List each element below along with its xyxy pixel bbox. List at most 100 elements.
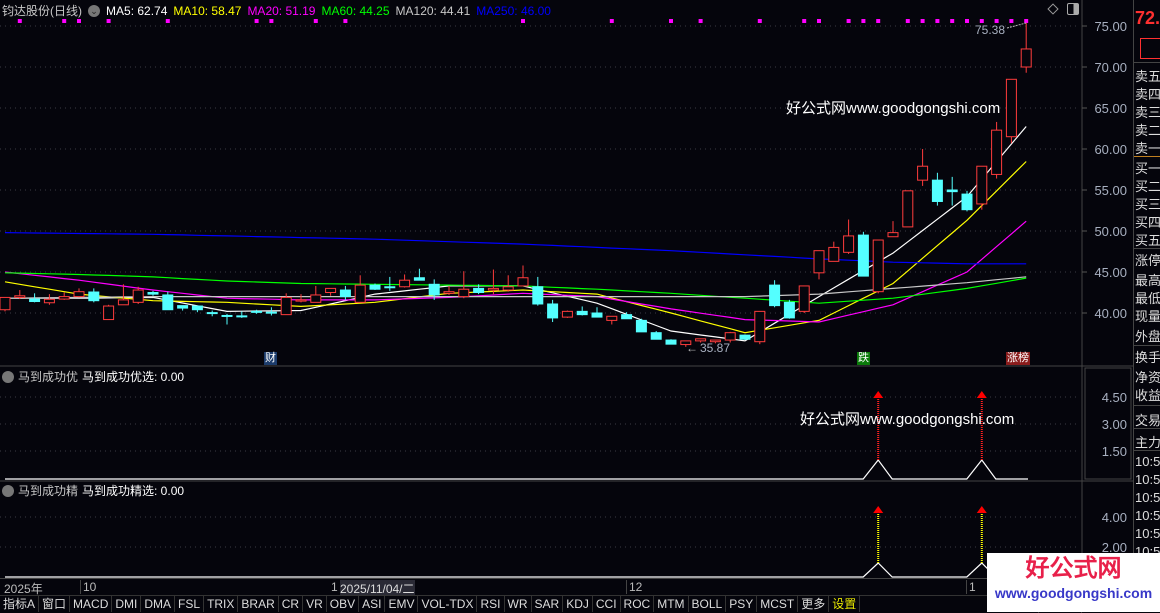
candle	[547, 299, 559, 323]
candle-body	[635, 319, 647, 333]
candle-body	[606, 315, 618, 321]
quote-row-label: 买四	[1135, 215, 1160, 230]
toolbar-item-16[interactable]: SAR	[532, 596, 564, 612]
candle-body	[147, 292, 159, 295]
quote-row-label: 卖五	[1135, 69, 1160, 84]
y-tick-label: 55.00	[1094, 183, 1127, 198]
toolbar-item-1[interactable]: 窗口	[39, 596, 71, 612]
toolbar-item-24[interactable]: 更多	[798, 596, 830, 612]
candle-body	[162, 294, 174, 311]
toolbar-item-11[interactable]: ASI	[359, 596, 386, 612]
ma5-label: MA5: 62.74	[106, 3, 168, 18]
indicator-line	[5, 459, 1028, 480]
candle	[813, 250, 825, 280]
candle	[0, 296, 11, 312]
signal-dot	[165, 19, 170, 23]
time-label: 1	[331, 580, 338, 594]
signal-dot	[876, 19, 881, 23]
toolbar-item-15[interactable]: WR	[505, 596, 532, 612]
candle-body	[798, 285, 810, 312]
trade-button[interactable]	[1140, 38, 1160, 59]
quote-row-label: 外盘	[1135, 329, 1160, 344]
toolbar-item-12[interactable]: EMV	[385, 596, 419, 612]
panel-toggle-icon[interactable]	[1067, 3, 1079, 15]
toolbar-item-7[interactable]: BRAR	[238, 596, 279, 612]
finance-badge[interactable]: 财	[264, 352, 277, 365]
signal-dot	[698, 19, 703, 23]
toolbar-item-13[interactable]: VOL-TDX	[418, 596, 478, 612]
collapse-chevron-icon[interactable]	[2, 484, 14, 497]
toolbar-item-18[interactable]: CCI	[593, 596, 621, 612]
candle-body	[872, 239, 884, 293]
ma250-label: MA250: 46.00	[476, 3, 551, 18]
candle	[502, 275, 514, 292]
candle-body	[0, 296, 11, 311]
candle	[739, 334, 751, 341]
toolbar-item-0[interactable]: 指标A	[0, 596, 40, 612]
toolbar-item-22[interactable]: PSY	[726, 596, 758, 612]
candle-body	[265, 311, 277, 314]
toolbar-item-6[interactable]: TRIX	[204, 596, 239, 612]
collapse-chevron-icon[interactable]: ⌄	[88, 4, 101, 17]
candle-body	[857, 234, 869, 277]
y-tick-label: 50.00	[1094, 224, 1127, 239]
toolbar-item-23[interactable]: MCST	[757, 596, 799, 612]
candle	[754, 310, 766, 345]
toolbar-item-8[interactable]: CR	[279, 596, 304, 612]
toolbar-item-5[interactable]: FSL	[175, 596, 205, 612]
toolbar-item-2[interactable]: MACD	[70, 596, 113, 612]
watermark-logo: 好公式网 www.goodgongshi.com	[987, 553, 1160, 612]
candle-body	[828, 246, 840, 262]
signal-dot	[669, 19, 673, 23]
candle	[132, 286, 144, 304]
candle	[443, 285, 455, 295]
limit-up-badge[interactable]: 涨榜	[1006, 352, 1030, 365]
candle-body	[976, 165, 988, 205]
candle	[561, 310, 573, 318]
candle	[591, 307, 603, 318]
drop-badge[interactable]: 跌	[857, 352, 870, 365]
candle-body	[206, 312, 218, 315]
quote-row-label: 10:5	[1135, 526, 1160, 541]
candle	[946, 176, 958, 206]
candle-body	[887, 232, 899, 238]
toolbar-item-25[interactable]: 设置	[829, 596, 861, 612]
candle	[532, 276, 544, 306]
quote-row-label: 现量	[1135, 309, 1160, 324]
candle	[236, 311, 248, 318]
signal-dot	[965, 19, 969, 23]
candle-body	[813, 250, 825, 274]
candle	[339, 285, 351, 300]
candle-body	[103, 305, 115, 321]
quote-row-label: 10:5	[1135, 454, 1160, 469]
candle-body	[354, 284, 366, 303]
signal-dot	[905, 19, 910, 23]
logo-line1: 好公式网	[1025, 555, 1122, 582]
quote-row-label: 收益	[1135, 388, 1160, 403]
toolbar-item-21[interactable]: BOLL	[689, 596, 727, 612]
toolbar-item-17[interactable]: KDJ	[563, 596, 593, 612]
collapse-chevron-icon[interactable]	[2, 370, 14, 383]
toolbar-item-9[interactable]: VR	[303, 596, 327, 612]
candle-body	[43, 298, 55, 304]
toolbar-item-19[interactable]: ROC	[621, 596, 655, 612]
toolbar-item-14[interactable]: RSI	[477, 596, 505, 612]
candle-body	[369, 284, 381, 290]
toolbar-item-10[interactable]: OBV	[327, 596, 360, 612]
quote-panel: 72. 卖五 卖四 卖三 卖二 卖一 买一 买二 买三 买四 买五 涨停 最高 最低 现量 外盘 换手 净资 收益…	[1133, 0, 1160, 612]
signal-dot	[609, 19, 614, 23]
candle-body	[191, 305, 203, 311]
high-arrow-icon	[1006, 22, 1027, 29]
candle	[88, 288, 100, 303]
candle-body	[280, 296, 292, 316]
quote-row-label: 净资	[1135, 370, 1160, 385]
toolbar-item-20[interactable]: MTM	[654, 596, 689, 612]
toolbar-item-3[interactable]: DMI	[112, 596, 142, 612]
candle-body	[325, 287, 337, 293]
signal-dot	[861, 19, 866, 23]
toolbar-item-4[interactable]: DMA	[141, 596, 176, 612]
up-arrow-icon	[976, 506, 987, 513]
ma20-label: MA20: 51.19	[247, 3, 316, 18]
candle-body	[843, 235, 855, 253]
candle-body	[310, 294, 322, 303]
